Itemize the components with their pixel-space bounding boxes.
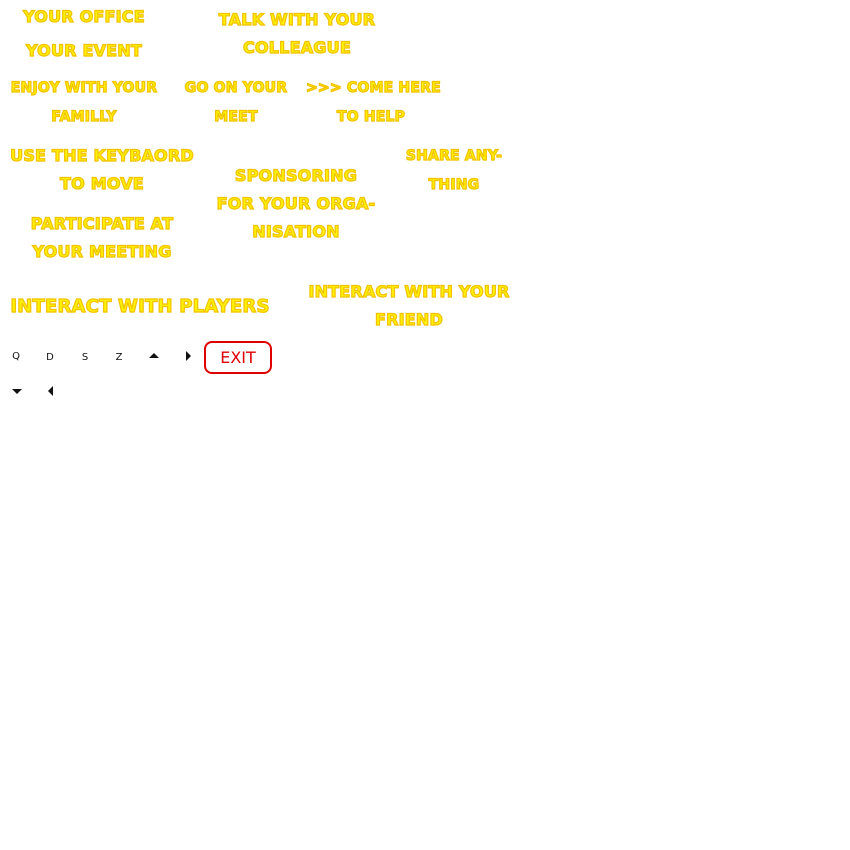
slogan-line: PARTICIPATE AT	[30, 213, 174, 233]
slogan-sponsoring: SPONSORING FOR YOUR ORGA- NISATION	[200, 162, 392, 246]
slogan-line: SPONSORING	[234, 165, 358, 185]
slogan-line: GO ON YOUR	[184, 79, 288, 96]
key-q[interactable]: Q	[8, 350, 24, 364]
exit-button[interactable]: EXIT	[204, 341, 272, 374]
arrow-left-icon[interactable]	[48, 386, 53, 396]
slogan-line: INTERACT WITH YOUR	[308, 281, 510, 301]
slogan-line: ENJOY WITH YOUR	[10, 79, 158, 96]
slogan-share: SHARE ANY- THING	[402, 142, 506, 200]
slogan-line: THING	[428, 176, 480, 193]
slogan-interact-players-text: INTERACT WITH PLAYERS	[10, 295, 270, 317]
arrow-down-icon[interactable]	[12, 389, 22, 394]
slogan-your-event-text: YOUR EVENT	[25, 40, 143, 60]
arrow-up-icon[interactable]	[149, 353, 159, 358]
slogan-line: FRIEND	[374, 309, 443, 329]
slogan-line: >>> COME HERE	[305, 79, 441, 96]
slogan-participate: PARTICIPATE AT YOUR MEETING	[12, 210, 192, 266]
slogan-line: USE THE KEYBAORD	[10, 145, 195, 165]
slogan-your-office: YOUR OFFICE	[14, 3, 154, 31]
slogan-your-event: YOUR EVENT	[14, 37, 154, 65]
slogan-enjoy-family: ENJOY WITH YOUR FAMILLY	[6, 74, 162, 132]
slogan-line: TO MOVE	[59, 173, 144, 193]
slogan-line: YOUR MEETING	[32, 241, 172, 261]
slogan-line: COLLEAGUE	[242, 37, 351, 57]
slogan-interact-players: INTERACT WITH PLAYERS	[10, 292, 270, 321]
slogan-line: SHARE ANY-	[405, 147, 503, 164]
slogan-come-help: >>> COME HERE TO HELP	[305, 74, 441, 132]
key-s[interactable]: S	[77, 351, 93, 365]
key-d[interactable]: D	[42, 351, 58, 365]
slogan-line: MEET	[214, 108, 258, 125]
slogan-keyboard-move: USE THE KEYBAORD TO MOVE	[2, 142, 202, 198]
slogan-talk-colleague: TALK WITH YOUR COLLEAGUE	[206, 6, 388, 62]
arrow-right-icon[interactable]	[186, 351, 191, 361]
slogan-line: TO HELP	[336, 108, 406, 125]
slogan-interact-friend: INTERACT WITH YOUR FRIEND	[294, 278, 524, 334]
slogan-line: FAMILLY	[51, 108, 117, 125]
slogan-line: FOR YOUR ORGA-	[216, 193, 376, 213]
slogan-line: TALK WITH YOUR	[218, 9, 376, 29]
key-z[interactable]: Z	[111, 351, 127, 365]
slogan-line: NISATION	[252, 221, 340, 241]
slogan-go-meet: GO ON YOUR MEET	[176, 74, 296, 132]
slogan-your-office-text: YOUR OFFICE	[22, 6, 145, 26]
